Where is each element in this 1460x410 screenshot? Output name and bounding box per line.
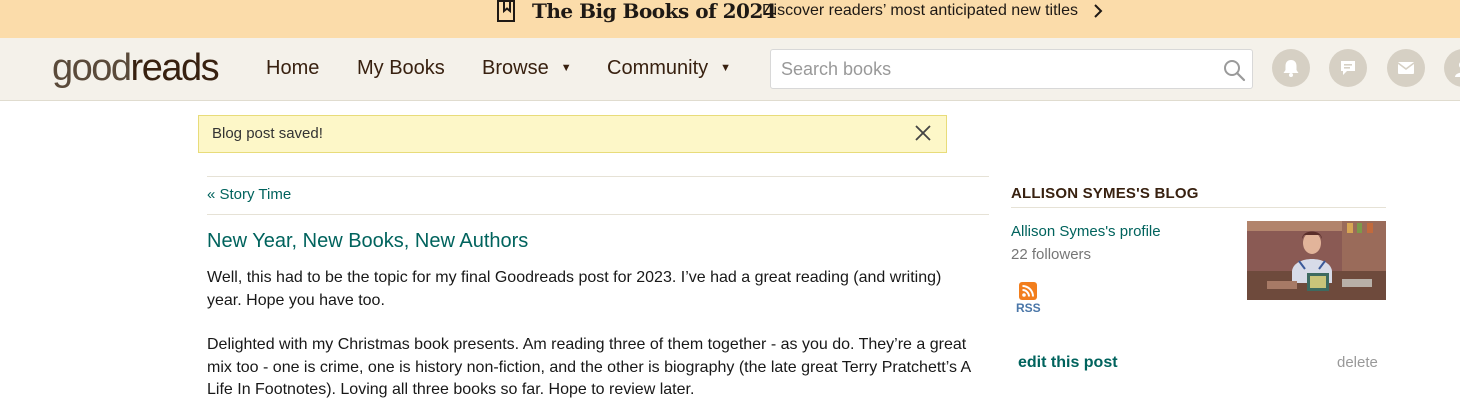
- envelope-glyph: [1397, 62, 1415, 74]
- divider: [207, 176, 989, 177]
- search-input[interactable]: [771, 50, 1211, 88]
- divider: [207, 214, 989, 215]
- back-to-previous-post-link[interactable]: « Story Time: [207, 186, 291, 204]
- nav-my-books[interactable]: My Books: [357, 56, 445, 80]
- nav-browse-label: Browse: [482, 57, 549, 79]
- promo-banner[interactable]: The Big Books of 2024 Discover readers’ …: [0, 0, 1460, 38]
- close-icon[interactable]: [914, 124, 932, 142]
- delete-post-link[interactable]: delete: [1337, 354, 1378, 372]
- goodreads-logo[interactable]: goodreads: [52, 46, 220, 90]
- mail-icon[interactable]: [1387, 49, 1425, 87]
- post-paragraph: Delighted with my Christmas book present…: [207, 336, 971, 398]
- site-header: goodreads Home My Books Browse ▼ Communit…: [0, 38, 1460, 101]
- logo-reads: reads: [130, 47, 220, 89]
- chevron-right-icon[interactable]: [1092, 3, 1104, 19]
- followers-count: 22 followers: [1011, 246, 1092, 263]
- post-title[interactable]: New Year, New Books, New Authors: [207, 229, 528, 253]
- rss-label[interactable]: RSS: [1016, 301, 1041, 315]
- promo-title[interactable]: The Big Books of 2024: [532, 0, 777, 22]
- nav-community-label: Community: [607, 57, 709, 79]
- chat-bubble-glyph: [1341, 61, 1355, 75]
- logo-good: good: [52, 47, 132, 89]
- bookmark-book-icon: [497, 0, 515, 22]
- blog-owner-heading: ALLISON SYMES'S BLOG: [1011, 185, 1199, 202]
- flash-text: Blog post saved!: [212, 125, 323, 142]
- search-icon[interactable]: [1222, 58, 1246, 82]
- nav-home[interactable]: Home: [266, 56, 319, 80]
- promo-subtitle[interactable]: Discover readers’ most anticipated new t…: [762, 2, 1078, 20]
- bell-glyph: [1283, 60, 1299, 77]
- flash-message: Blog post saved!: [198, 115, 947, 153]
- user-glyph: [1455, 62, 1460, 77]
- search-box: [770, 49, 1253, 89]
- divider: [1011, 207, 1386, 208]
- caret-down-icon: ▼: [720, 62, 732, 74]
- nav-browse[interactable]: Browse ▼: [482, 56, 572, 80]
- caret-down-icon: ▼: [560, 62, 572, 74]
- rss-glyph: [1022, 285, 1034, 297]
- friend-requests-icon[interactable]: [1329, 49, 1367, 87]
- bell-icon[interactable]: [1272, 49, 1310, 87]
- edit-post-link[interactable]: edit this post: [1018, 353, 1118, 373]
- author-photo[interactable]: [1247, 221, 1386, 300]
- nav-community[interactable]: Community ▼: [607, 56, 731, 80]
- post-paragraph: Well, this had to be the topic for my fi…: [207, 269, 942, 309]
- profile-avatar[interactable]: [1444, 49, 1460, 87]
- author-profile-link[interactable]: Allison Symes's profile: [1011, 223, 1161, 241]
- author-photo-image: [1247, 221, 1386, 300]
- rss-icon[interactable]: [1019, 282, 1037, 300]
